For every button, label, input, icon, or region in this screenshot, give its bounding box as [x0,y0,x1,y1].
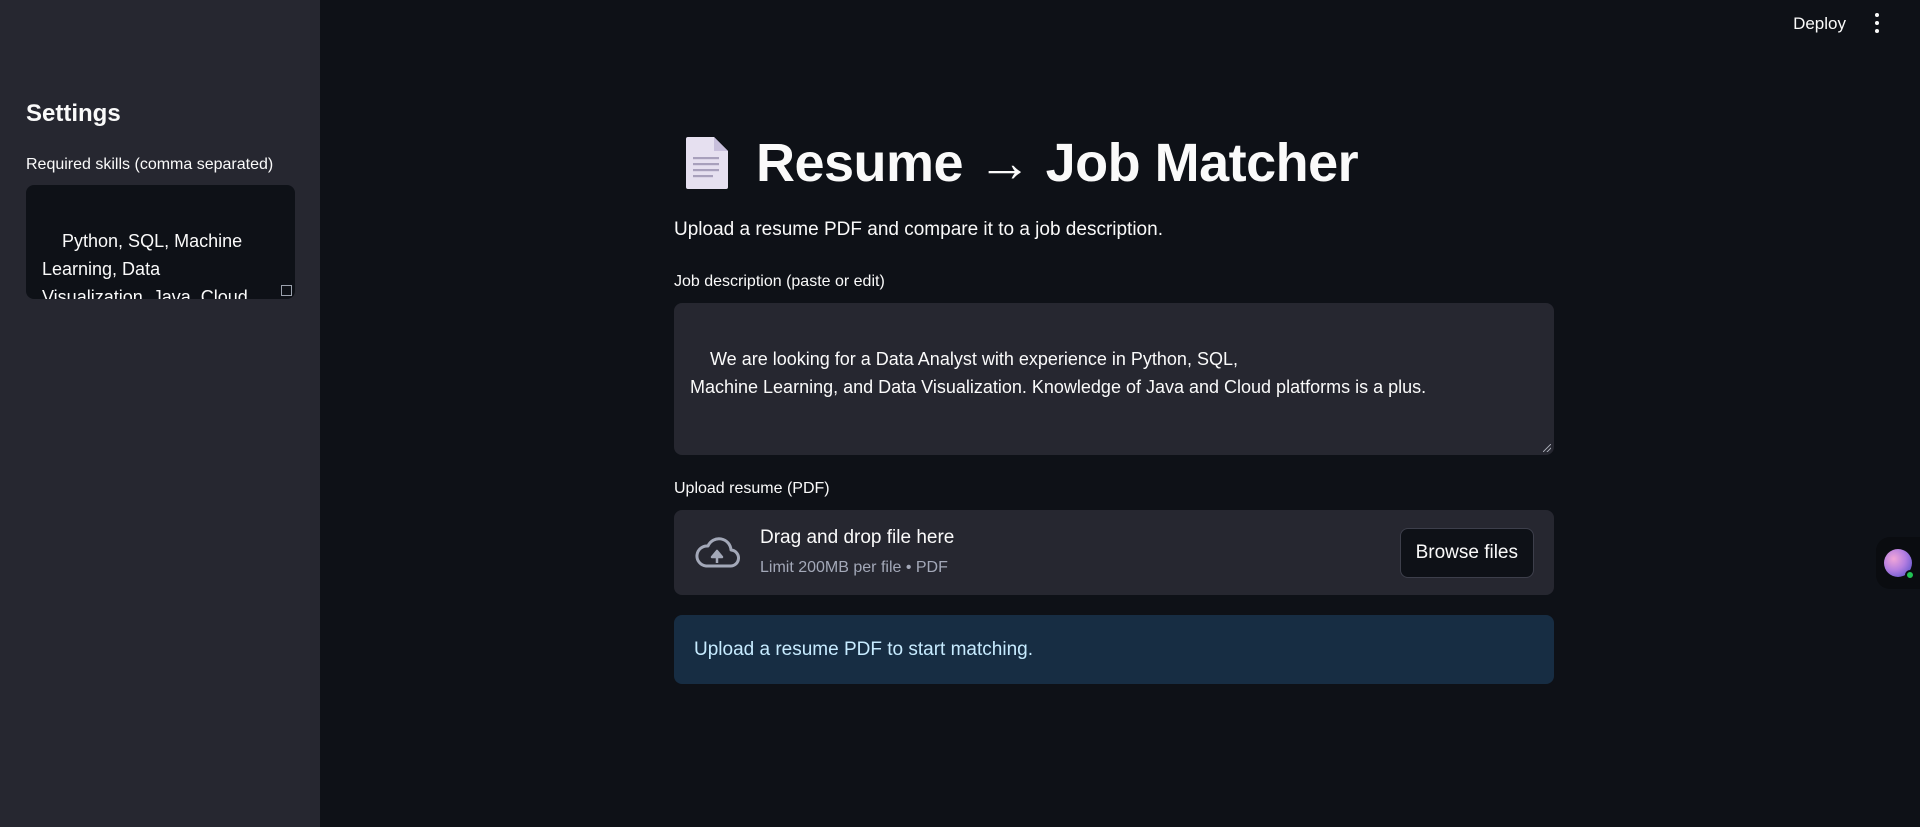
job-description-label: Job description (paste or edit) [674,273,885,290]
upload-label: Upload resume (PDF) [674,480,830,497]
resize-handle-icon[interactable] [281,285,292,296]
file-dropzone[interactable]: Drag and drop file here Limit 200MB per … [674,510,1554,595]
sidebar: Settings Required skills (comma separate… [0,0,320,827]
job-description-textarea[interactable]: We are looking for a Data Analyst with e… [674,303,1554,455]
dropzone-title: Drag and drop file here [760,527,955,548]
floating-avatar-widget[interactable] [1876,537,1920,589]
vertical-dots-icon[interactable] [1872,13,1882,33]
sidebar-title: Settings [26,100,121,127]
document-icon [684,135,730,191]
title-row: Resume → Job Matcher [684,128,1359,198]
skills-label: Required skills (comma separated) [26,156,274,173]
skills-textarea[interactable]: Python, SQL, Machine Learning, Data Visu… [26,185,295,299]
info-message: Upload a resume PDF to start matching. [694,638,1033,660]
status-dot-icon [1905,570,1915,580]
deploy-button[interactable]: Deploy [1789,12,1850,36]
dropzone-limit: Limit 200MB per file • PDF [760,559,948,576]
cloud-upload-icon [694,534,740,572]
skills-value: Python, SQL, Machine Learning, Data Visu… [42,231,248,299]
browse-files-button[interactable]: Browse files [1399,528,1534,578]
page-title: Resume → Job Matcher [756,133,1359,193]
resize-handle-icon[interactable] [1543,444,1551,452]
info-alert: Upload a resume PDF to start matching. [674,615,1554,684]
job-description-value: We are looking for a Data Analyst with e… [690,349,1427,397]
page-subtitle: Upload a resume PDF and compare it to a … [674,219,1163,240]
